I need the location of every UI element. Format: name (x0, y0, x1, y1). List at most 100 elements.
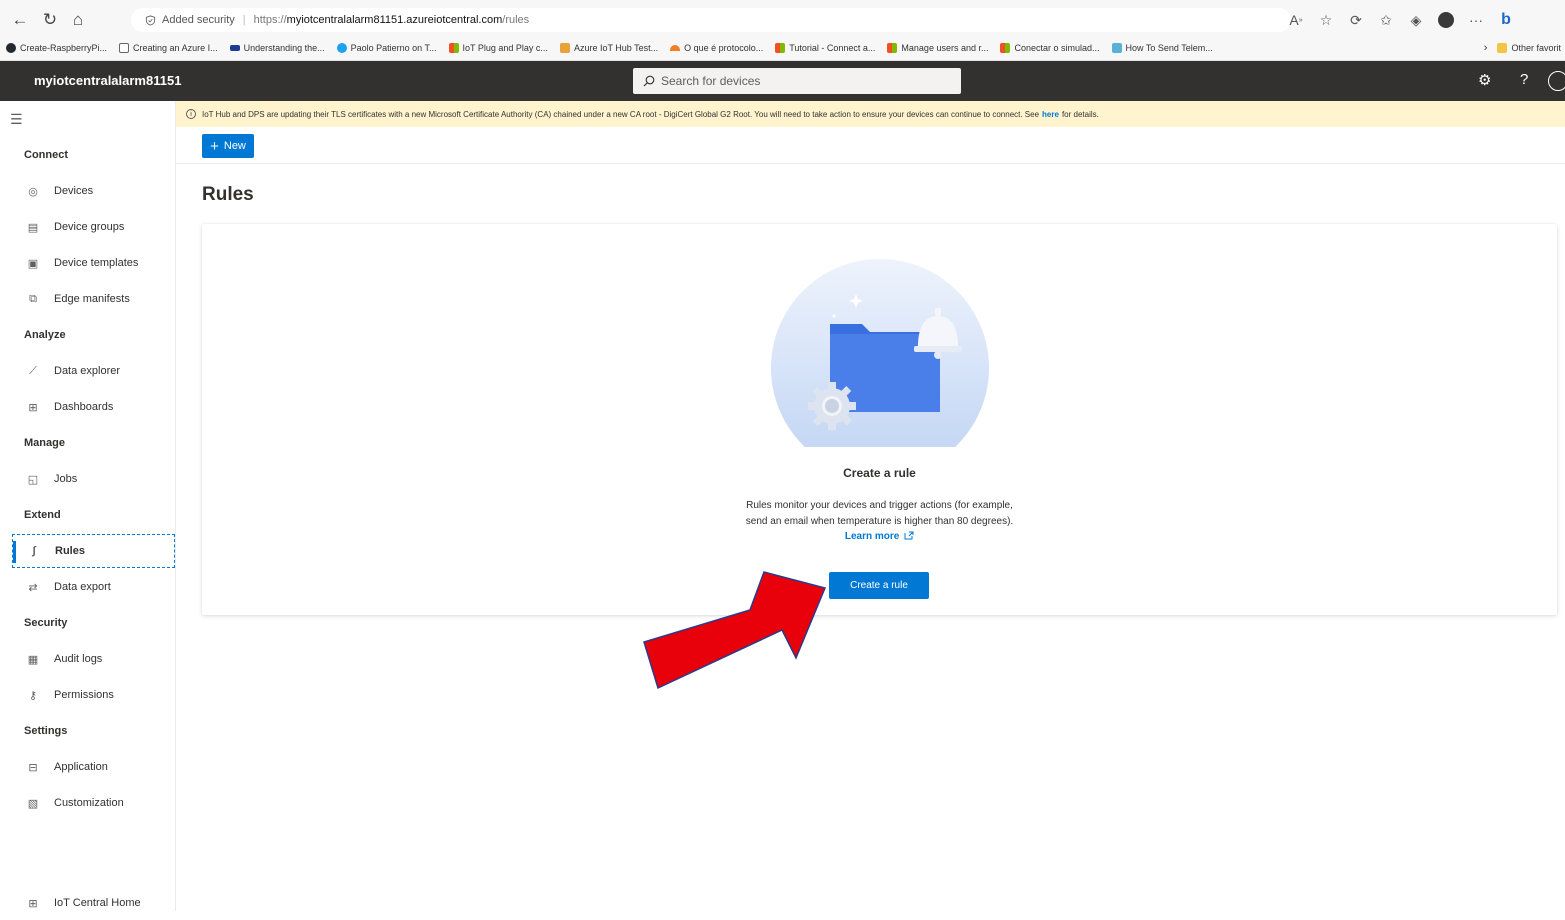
bookmark-item[interactable]: How To Send Telem... (1111, 43, 1213, 53)
page-icon (119, 43, 130, 53)
other-favorites[interactable]: Other favorit (1511, 43, 1561, 53)
edge-manifests-icon: ⧉ (29, 292, 37, 305)
description-line-1: Rules monitor your devices and trigger a… (746, 500, 1013, 511)
sidebar-item-jobs[interactable]: ◱ Jobs (12, 462, 175, 496)
help-icon[interactable]: ? (1520, 71, 1528, 88)
microsoft-icon (775, 43, 786, 53)
github-icon (6, 43, 16, 53)
sidebar-item-edge-manifests[interactable]: ⧉ Edge manifests (12, 282, 175, 316)
bing-icon[interactable]: b (1491, 6, 1521, 34)
bookmarks-bar: Create-RaspberryPi... Creating an Azure … (0, 38, 1565, 58)
jobs-icon: ◱ (27, 473, 39, 486)
bookmark-item[interactable]: O que é protocolo... (670, 43, 763, 53)
more-icon[interactable]: ··· (1461, 6, 1491, 34)
browser-essentials-icon[interactable]: ◈ (1401, 6, 1431, 34)
favorites-icon[interactable]: ✩ (1371, 6, 1401, 34)
app-name[interactable]: myiotcentralalarm81151 (34, 73, 181, 88)
bookmark-item[interactable]: Create-RaspberryPi... (6, 43, 107, 53)
extensions-icon[interactable]: ⟳ (1341, 6, 1371, 34)
back-icon[interactable]: ← (6, 6, 34, 34)
refresh-icon[interactable]: ↻ (36, 6, 64, 34)
bookmark-item[interactable]: Conectar o simulad... (1000, 43, 1100, 53)
command-bar: + New (176, 127, 1565, 164)
sidebar-item-customization[interactable]: ▧ Customization (12, 786, 175, 820)
shield-icon (145, 14, 156, 26)
security-label: Added security (162, 14, 235, 26)
section-manage: Manage (24, 437, 65, 449)
rules-icon: ∫ (32, 545, 36, 557)
bookmark-item[interactable]: Creating an Azure I... (119, 43, 218, 53)
app-header: myiotcentralalarm81151 Search for device… (0, 61, 1565, 101)
section-security: Security (24, 617, 68, 629)
description-line-2: send an email when temperature is higher… (745, 516, 1014, 527)
sidebar-item-device-groups[interactable]: ▤ Device groups (12, 210, 175, 244)
empty-state-description: Rules monitor your devices and trigger a… (202, 498, 1557, 530)
bookmark-item[interactable]: Manage users and r... (887, 43, 988, 53)
microsoft-icon (887, 43, 898, 53)
sidebar-item-device-templates[interactable]: ▣ Device templates (12, 246, 175, 280)
data-export-icon: ⇄ (28, 581, 38, 594)
banner-link[interactable]: here (1042, 110, 1059, 119)
chevron-right-icon[interactable]: › (1484, 42, 1488, 54)
site-icon (229, 45, 240, 51)
home-grid-icon: ⊞ (28, 897, 38, 910)
address-row: ← ↻ ⌂ Added security | https:// myiotcen… (0, 6, 1565, 34)
site-icon (559, 43, 570, 53)
site-icon (1111, 43, 1122, 53)
section-settings: Settings (24, 725, 68, 737)
empty-state-title: Create a rule (843, 466, 916, 480)
page-title: Rules (202, 184, 254, 205)
new-button[interactable]: + New (202, 134, 254, 158)
external-link-icon (904, 531, 914, 540)
sidebar-item-rules[interactable]: ∫ Rules (12, 534, 175, 568)
sidebar-item-data-explorer[interactable]: ⟋ Data explorer (12, 354, 175, 388)
banner-text: IoT Hub and DPS are updating their TLS c… (202, 109, 1040, 119)
section-extend: Extend (24, 509, 61, 521)
hamburger-icon[interactable]: ☰ (10, 111, 23, 128)
gear-icon[interactable]: ⚙ (1478, 71, 1491, 89)
twitter-icon (336, 43, 347, 53)
account-icon[interactable] (1548, 71, 1565, 91)
address-bar[interactable]: Added security | https:// myiotcentralal… (131, 8, 1291, 32)
search-icon (643, 75, 655, 87)
tls-notice-banner: i IoT Hub and DPS are updating their TLS… (176, 101, 1565, 127)
profile-avatar-icon[interactable] (1431, 6, 1461, 34)
chart-line-icon: ⟋ (29, 364, 37, 377)
application-icon: ⊟ (28, 761, 38, 774)
section-analyze: Analyze (24, 329, 66, 341)
sidebar-item-audit-logs[interactable]: ▦ Audit logs (12, 642, 175, 676)
url-prefix: https:// (253, 14, 287, 26)
rule-illustration (771, 259, 989, 447)
home-icon[interactable]: ⌂ (64, 6, 92, 34)
microsoft-icon (1000, 43, 1011, 53)
sidebar-item-iot-central-home[interactable]: ⊞ IoT Central Home (12, 886, 175, 920)
sidebar-item-dashboards[interactable]: ⊞ Dashboards (12, 390, 175, 424)
new-button-label: New (223, 140, 246, 152)
browser-actions: A» ☆ ⟳ ✩ ◈ ··· b (1281, 6, 1521, 34)
bookmark-item[interactable]: Paolo Patierno on T... (336, 43, 437, 53)
address-separator: | (242, 14, 246, 26)
bookmark-item[interactable]: Understanding the... (229, 43, 325, 53)
info-icon: i (186, 109, 196, 119)
bookmark-item[interactable]: Azure IoT Hub Test... (559, 43, 658, 53)
sidebar-item-data-export[interactable]: ⇄ Data export (12, 570, 175, 604)
create-rule-button[interactable]: Create a rule (829, 572, 929, 599)
bookmark-item[interactable]: Tutorial - Connect a... (775, 43, 875, 53)
bookmark-item[interactable]: IoT Plug and Play c... (448, 43, 548, 53)
url-path: /rules (502, 14, 530, 26)
gear-illustration-icon (808, 382, 856, 430)
plus-icon: + (210, 137, 219, 155)
learn-more-link[interactable]: Learn more (202, 531, 1557, 542)
read-aloud-icon[interactable]: A» (1281, 6, 1311, 34)
sidebar-item-application[interactable]: ⊟ Application (12, 750, 175, 784)
sidebar-item-permissions[interactable]: ⚷ Permissions (12, 678, 175, 712)
devices-icon: ◎ (28, 185, 38, 198)
key-icon: ⚷ (28, 689, 38, 702)
sidebar-item-devices[interactable]: ◎ Devices (12, 174, 175, 208)
folder-icon (1497, 43, 1508, 53)
audit-log-icon: ▦ (27, 653, 39, 666)
section-connect: Connect (24, 149, 68, 161)
favorite-star-icon[interactable]: ☆ (1311, 6, 1341, 34)
learn-more-label: Learn more (844, 531, 900, 542)
search-input[interactable]: Search for devices (633, 68, 961, 94)
